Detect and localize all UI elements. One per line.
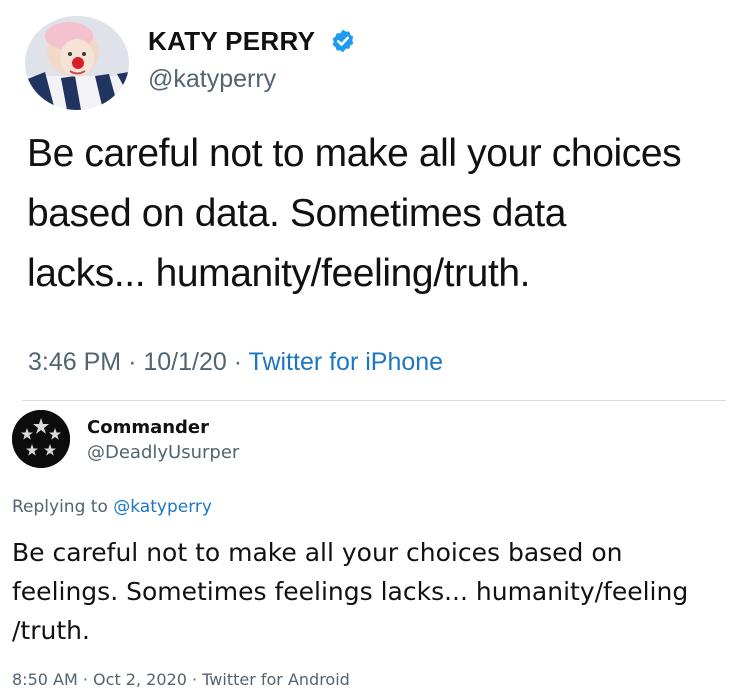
verified-badge-icon <box>332 29 354 53</box>
replying-to: Replying to @katyperry <box>12 496 212 518</box>
meta-separator: · <box>233 348 243 376</box>
user-handle[interactable]: @DeadlyUsurper <box>87 442 239 464</box>
display-name[interactable]: Commander <box>87 417 209 439</box>
tweet-text-line: /truth. <box>12 616 90 645</box>
tweet-text-line: Be careful not to make all your choices <box>27 132 682 175</box>
stars-avatar-icon <box>12 410 70 468</box>
tweet-divider <box>22 400 726 401</box>
tweet-date[interactable]: 10/1/20 <box>143 348 226 376</box>
replying-prefix: Replying to <box>12 497 114 517</box>
tweet-source-link[interactable]: Twitter for iPhone <box>249 348 444 376</box>
display-name[interactable]: KATY PERRY <box>148 26 315 56</box>
user-handle[interactable]: @katyperry <box>148 64 276 94</box>
katy-perry-avatar[interactable] <box>25 16 129 110</box>
original-tweet: KATY PERRY @katyperry Be careful not to … <box>0 0 730 398</box>
tweet-date[interactable]: Oct 2, 2020 <box>93 670 187 689</box>
tweet-text-line: lacks... humanity/feeling/truth. <box>27 252 531 295</box>
meta-separator: · <box>191 670 198 689</box>
tweet-text: Be careful not to make all your choices … <box>27 124 727 304</box>
tweet-meta: 8:50 AM · Oct 2, 2020 · Twitter for Andr… <box>12 669 350 691</box>
tweet-text-line: feelings. Sometimes feelings lacks... hu… <box>12 577 689 606</box>
avatar-illustration <box>25 16 129 110</box>
meta-separator: · <box>82 670 88 689</box>
tweet-source-link[interactable]: Twitter for Android <box>202 670 350 689</box>
commander-avatar[interactable] <box>12 410 70 468</box>
tweet-text: Be careful not to make all your choices … <box>12 533 724 650</box>
tweet-meta: 3:46 PM · 10/1/20 · Twitter for iPhone <box>28 345 443 379</box>
tweet-text-line: Be careful not to make all your choices … <box>12 538 623 567</box>
meta-separator: · <box>128 348 137 376</box>
tweet-time[interactable]: 8:50 AM <box>12 670 78 689</box>
mention-link[interactable]: @katyperry <box>113 497 212 517</box>
tweet-time[interactable]: 3:46 PM <box>28 348 121 376</box>
tweet-text-line: based on data. Sometimes data <box>27 192 567 235</box>
